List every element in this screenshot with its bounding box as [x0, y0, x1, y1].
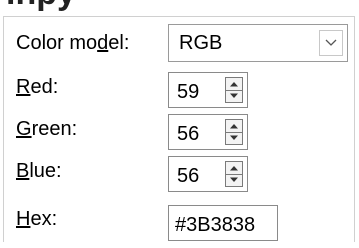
red-value[interactable]: 59	[177, 81, 199, 103]
green-label: Green:	[16, 118, 77, 140]
blue-spinbox[interactable]: 56	[168, 156, 248, 192]
green-decrement-button[interactable]	[226, 132, 242, 144]
red-label: Red:	[16, 76, 58, 98]
triangle-up-icon	[230, 166, 238, 171]
hex-label-mnemonic: H	[16, 208, 31, 230]
blue-label: Blue:	[16, 160, 62, 182]
triangle-down-icon	[230, 135, 238, 140]
hex-label-suffix: ex:	[30, 208, 58, 230]
color-model-label-prefix: Color mo	[16, 32, 98, 54]
red-decrement-button[interactable]	[226, 90, 242, 102]
color-model-value: RGB	[179, 32, 223, 54]
hex-input[interactable]: #3B3838	[168, 205, 278, 241]
blue-label-suffix: lue:	[29, 160, 62, 182]
blue-label-mnemonic: B	[16, 160, 30, 182]
color-picker-panel: lnpy Color model: RGB Red: 59 Green: 56	[0, 0, 359, 248]
blue-value[interactable]: 56	[177, 165, 199, 187]
color-model-combobox[interactable]: RGB	[168, 24, 348, 62]
green-label-mnemonic: G	[16, 118, 32, 140]
color-model-label-mnemonic: d	[97, 32, 109, 54]
blue-spin-buttons	[225, 161, 243, 187]
red-spinbox[interactable]: 59	[168, 72, 248, 108]
red-label-mnemonic: R	[16, 76, 31, 98]
green-value[interactable]: 56	[177, 123, 199, 145]
green-label-suffix: reen:	[31, 118, 78, 140]
section-heading: lnpy	[6, 0, 76, 10]
hex-label: Hex:	[16, 208, 57, 230]
red-label-suffix: ed:	[30, 76, 59, 98]
hex-value[interactable]: #3B3838	[175, 214, 255, 236]
green-spinbox[interactable]: 56	[168, 114, 248, 150]
triangle-up-icon	[230, 82, 238, 87]
triangle-up-icon	[230, 124, 238, 129]
triangle-down-icon	[230, 177, 238, 182]
blue-decrement-button[interactable]	[226, 174, 242, 186]
green-spin-buttons	[225, 119, 243, 145]
color-model-dropdown-button[interactable]	[319, 30, 343, 56]
color-model-label: Color model:	[16, 32, 129, 54]
chevron-down-icon	[325, 39, 337, 46]
red-spin-buttons	[225, 77, 243, 103]
color-model-label-suffix: el:	[108, 32, 130, 54]
triangle-down-icon	[230, 93, 238, 98]
